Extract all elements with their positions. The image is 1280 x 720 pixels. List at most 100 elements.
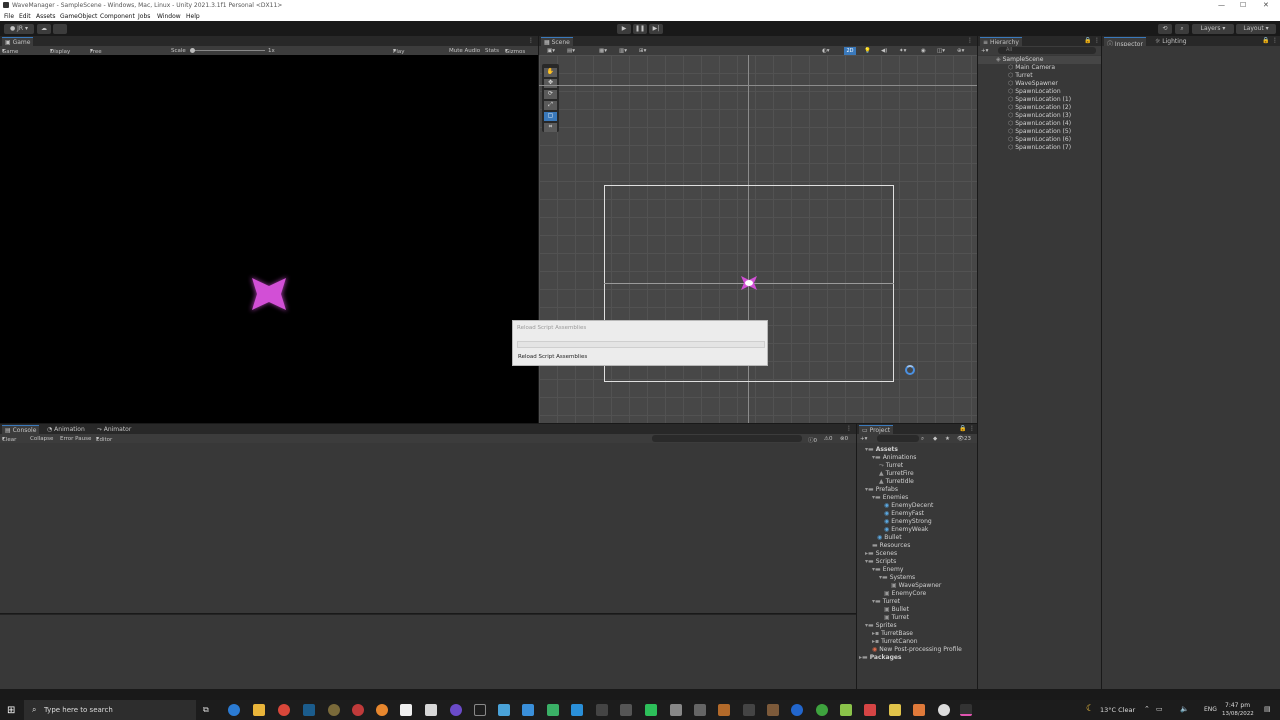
app-icon[interactable] (791, 704, 803, 716)
windows-start-icon[interactable]: ⊞ (7, 705, 15, 716)
hidden-packages-icon[interactable]: 👁23 (957, 436, 971, 442)
menu-jobs[interactable]: Jobs (138, 13, 150, 20)
console-log-area[interactable] (0, 443, 856, 613)
project-asset[interactable]: ◉ EnemyStrong (884, 518, 932, 525)
notifications-icon[interactable]: ▤ (1264, 705, 1271, 713)
project-asset[interactable]: ▣ WaveSpawner (891, 582, 941, 589)
increment-snap-dropdown[interactable]: ⊞▾ (639, 48, 646, 54)
scene-root[interactable]: ◈ SampleScene (996, 56, 1043, 63)
project-asset[interactable]: ◉ Bullet (877, 534, 902, 541)
project-asset[interactable]: ▲ TurretFire (879, 470, 914, 477)
edge-icon[interactable] (228, 704, 240, 716)
project-folder[interactable]: ▾▬ Systems (879, 574, 915, 581)
project-folder[interactable]: ▬ Resources (872, 542, 910, 549)
scene-viewport[interactable]: ✋ ✥ ⟳ ⤢ ▢ ⌗ (539, 55, 977, 423)
app-icon[interactable] (474, 704, 486, 716)
cloud-button[interactable]: ☁ (37, 24, 51, 34)
project-folder[interactable]: ▾▬ Animations (872, 454, 916, 461)
project-asset[interactable]: ◉ EnemyDecent (884, 502, 933, 509)
weather-icon[interactable]: ☾ (1086, 704, 1094, 714)
xbox-icon[interactable] (816, 704, 828, 716)
project-asset[interactable]: ▣ Turret (884, 614, 909, 621)
app-icon[interactable] (864, 704, 876, 716)
step-button[interactable]: ▶| (649, 24, 663, 34)
app-icon[interactable] (670, 704, 682, 716)
tab-animation[interactable]: ◔ Animation (44, 425, 88, 434)
hidden-objects-icon[interactable]: ◉ (921, 48, 926, 54)
app-icon[interactable] (913, 704, 925, 716)
hierarchy-search-input[interactable]: All (998, 47, 1096, 54)
app-icon[interactable] (450, 704, 462, 716)
hierarchy-item[interactable]: ⬡ Turret (1008, 72, 1033, 79)
app-icon[interactable] (645, 704, 657, 716)
project-folder-packages[interactable]: ▸▬ Packages (859, 654, 902, 661)
project-folder[interactable]: ▾▬ Enemy (872, 566, 903, 573)
menu-component[interactable]: Component (100, 13, 135, 20)
gizmos-scene-dropdown[interactable]: ⊕▾ (957, 48, 964, 54)
app-icon[interactable] (938, 704, 950, 716)
file-explorer-icon[interactable] (253, 704, 265, 716)
warning-count-badge[interactable]: ⚠0 (824, 436, 832, 442)
project-folder-assets[interactable]: ▾▬ Assets (865, 446, 898, 453)
hierarchy-item[interactable]: ⬡ SpawnLocation (5) (1008, 128, 1071, 135)
menu-window[interactable]: Window (157, 13, 181, 20)
panel-menu-icon[interactable]: ⋮ (528, 37, 534, 44)
app-icon[interactable] (840, 704, 852, 716)
network-icon[interactable]: ▭ (1156, 705, 1163, 713)
scale-slider-handle[interactable] (190, 48, 195, 53)
close-icon[interactable]: ✕ (1263, 1, 1269, 9)
menu-gameobject[interactable]: GameObject (60, 13, 97, 20)
rect-tool-icon[interactable]: ▢ (544, 112, 557, 121)
tab-project[interactable]: ▭ Project (859, 425, 894, 434)
play-button[interactable]: ▶ (617, 24, 631, 34)
scale-slider[interactable] (190, 50, 265, 51)
unity-hub-icon[interactable] (425, 704, 437, 716)
app-icon[interactable] (743, 704, 755, 716)
app-icon[interactable] (547, 704, 559, 716)
hierarchy-item[interactable]: ⬡ Main Camera (1008, 64, 1055, 71)
editor-dropdown[interactable]: Editor ▾ (96, 436, 112, 444)
project-asset[interactable]: ◉ EnemyFast (884, 510, 924, 517)
hierarchy-item[interactable]: ⬡ SpawnLocation (6) (1008, 136, 1071, 143)
blender-icon[interactable] (376, 704, 388, 716)
app-icon[interactable] (328, 704, 340, 716)
stats-toggle[interactable]: Stats (485, 48, 499, 54)
project-asset[interactable]: ⤳ Turret (879, 462, 903, 470)
clock-time[interactable]: 7:47 pm (1225, 702, 1250, 709)
app-icon[interactable] (522, 704, 534, 716)
orientation-gizmo-icon[interactable]: ◐▾ (822, 48, 830, 54)
menu-assets[interactable]: Assets (36, 13, 56, 20)
hierarchy-item[interactable]: ⬡ WaveSpawner (1008, 80, 1058, 87)
hand-tool-icon[interactable]: ✋ (544, 68, 557, 77)
snap-increment-dropdown[interactable]: ▥▾ (619, 48, 627, 54)
project-search-input[interactable] (877, 435, 919, 442)
game-mode-dropdown[interactable]: Game ▾ (2, 48, 18, 56)
hierarchy-item[interactable]: ⬡ SpawnLocation (4) (1008, 120, 1071, 127)
hierarchy-item[interactable]: ⬡ SpawnLocation (1008, 88, 1061, 95)
game-viewport[interactable] (0, 55, 538, 423)
project-asset[interactable]: ▸▪ TurretBase (872, 630, 913, 637)
app-icon[interactable] (352, 704, 364, 716)
transform-tool-icon[interactable]: ⌗ (544, 123, 557, 132)
account-button[interactable]: ● JR ▾ (4, 24, 34, 34)
panel-menu-icon[interactable]: ⋮ (969, 425, 975, 432)
panel-menu-icon[interactable]: ⋮ (846, 425, 852, 432)
console-detail-area[interactable] (0, 614, 856, 689)
notepad-icon[interactable] (400, 704, 412, 716)
app-icon[interactable] (620, 704, 632, 716)
clock-date[interactable]: 13/08/2022 (1222, 711, 1254, 717)
vscode-icon[interactable] (571, 704, 583, 716)
app-icon[interactable] (767, 704, 779, 716)
project-folder[interactable]: ▾▬ Sprites (865, 622, 897, 629)
create-dropdown[interactable]: +▾ (981, 48, 988, 54)
app-icon[interactable] (596, 704, 608, 716)
lock-icon[interactable]: 🔒 (1084, 37, 1091, 44)
lock-icon[interactable]: 🔒 (1262, 37, 1269, 44)
project-folder[interactable]: ▸▬ Scenes (865, 550, 897, 557)
minimize-icon[interactable]: — (1218, 1, 1225, 9)
layout-dropdown[interactable]: Layout ▾ (1236, 24, 1276, 34)
draw-mode-dropdown[interactable]: ▣▾ (547, 48, 555, 54)
taskbar-search-input[interactable]: ⌕ Type here to search (24, 700, 196, 720)
toggle-2d-button[interactable]: 2D (844, 46, 856, 55)
panel-menu-icon[interactable]: ⋮ (1094, 37, 1100, 44)
